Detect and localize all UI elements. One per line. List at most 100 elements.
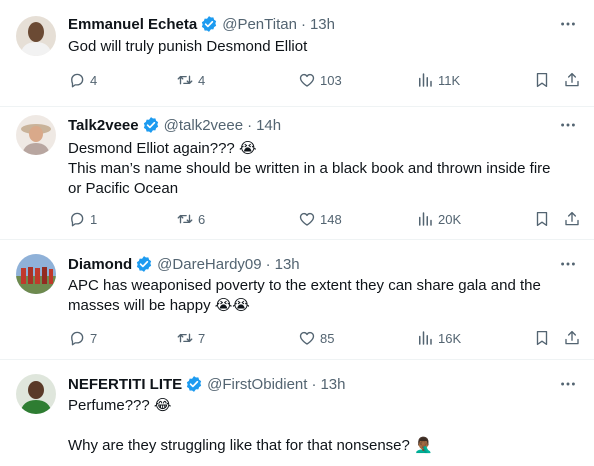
share-icon: [565, 211, 579, 226]
more-horizontal-icon[interactable]: [558, 374, 578, 394]
avatar[interactable]: [16, 16, 56, 56]
reply-count: 7: [90, 330, 98, 346]
tweet-text: Desmond Elliot again??? 😭 This man’s nam…: [68, 139, 564, 199]
reply-button[interactable]: 7: [68, 328, 97, 348]
author-name[interactable]: NEFERTITI LITE: [68, 376, 182, 393]
tweet-actions: 1 6 148 20K: [68, 209, 584, 229]
tweet-text: APC has weaponised poverty to the extent…: [68, 276, 564, 316]
tweet[interactable]: Diamond @DareHardy09 · 13h APC has weapo…: [0, 240, 594, 360]
views-count: 11K: [438, 72, 461, 88]
share-button[interactable]: [562, 328, 582, 348]
retweet-button[interactable]: 6: [176, 209, 205, 229]
bookmark-button[interactable]: [532, 209, 552, 229]
share-button[interactable]: [562, 209, 582, 229]
reply-button[interactable]: 4: [68, 70, 97, 90]
more-horizontal-icon[interactable]: [558, 14, 578, 34]
retweet-button[interactable]: 4: [176, 70, 205, 90]
author-handle[interactable]: @talk2veee: [164, 117, 243, 134]
more-horizontal-icon[interactable]: [558, 254, 578, 274]
retweet-icon: [177, 75, 193, 85]
share-button[interactable]: [562, 70, 582, 90]
tweet[interactable]: Emmanuel Echeta @PenTitan · 13h God will…: [0, 0, 594, 107]
verified-badge-icon: [202, 16, 217, 32]
separator-dot: ·: [300, 15, 306, 33]
heart-icon: [299, 212, 315, 226]
like-count: 148: [320, 211, 342, 227]
tweet-text: God will truly punish Desmond Elliot: [68, 37, 564, 57]
bookmark-icon: [536, 72, 548, 88]
like-button[interactable]: 148: [298, 209, 342, 229]
bookmark-icon: [536, 330, 548, 346]
retweet-count: 4: [198, 72, 206, 88]
like-count: 103: [320, 72, 342, 88]
share-icon: [565, 72, 579, 87]
tweet-actions: 7 7 85 16K: [68, 328, 584, 348]
reply-icon: [71, 73, 84, 88]
more-horizontal-icon[interactable]: [558, 115, 578, 135]
tweet-timestamp[interactable]: 13h: [320, 376, 345, 393]
separator-dot: ·: [311, 375, 317, 393]
reply-count: 1: [90, 211, 98, 227]
tweet-text-line: [68, 416, 564, 436]
tweet-text: Perfume??? 😂 Why are they struggling lik…: [68, 396, 564, 456]
views-button[interactable]: 20K: [416, 209, 461, 229]
views-bar-chart-icon: [419, 212, 432, 226]
author-handle[interactable]: @PenTitan: [222, 16, 297, 33]
like-count: 85: [320, 330, 335, 346]
tweet-text-line: Desmond Elliot again??? 😭: [68, 140, 257, 157]
avatar-image: [16, 374, 56, 414]
tweet-text-line: APC has weaponised poverty to the extent…: [68, 277, 541, 294]
tweet-text-line: Why are they struggling like that for th…: [68, 437, 433, 454]
retweet-count: 6: [198, 211, 206, 227]
verified-badge-icon: [137, 256, 152, 272]
reply-icon: [71, 212, 84, 227]
avatar-image: [16, 115, 56, 155]
tweet-text-line: masses will be happy 😭😭: [68, 297, 250, 314]
retweet-count: 7: [198, 330, 206, 346]
avatar[interactable]: [16, 374, 56, 414]
separator-dot: ·: [247, 116, 253, 134]
tweet-timestamp[interactable]: 13h: [275, 256, 300, 273]
retweet-icon: [177, 214, 193, 224]
like-button[interactable]: 85: [298, 328, 334, 348]
tweet[interactable]: Talk2veee @talk2veee · 14h Desmond Ellio…: [0, 107, 594, 240]
author-handle[interactable]: @DareHardy09: [157, 256, 261, 273]
tweet-timestamp[interactable]: 14h: [256, 117, 281, 134]
tweet-text-line: This man’s name should be written in a b…: [68, 160, 551, 177]
views-count: 20K: [438, 211, 462, 227]
heart-icon: [299, 331, 315, 345]
bookmark-button[interactable]: [532, 70, 552, 90]
tweet-text-line: or Pacific Ocean: [68, 180, 179, 197]
author-handle[interactable]: @FirstObidient: [207, 376, 307, 393]
author-name[interactable]: Talk2veee: [68, 117, 139, 134]
separator-dot: ·: [265, 255, 271, 273]
tweet-text-line: Perfume??? 😂: [68, 397, 172, 414]
views-bar-chart-icon: [419, 73, 432, 87]
views-button[interactable]: 16K: [416, 328, 461, 348]
reply-icon: [71, 331, 84, 346]
verified-badge-icon: [187, 376, 202, 392]
bookmark-icon: [536, 211, 548, 227]
views-count: 16K: [438, 330, 462, 346]
author-name[interactable]: Emmanuel Echeta: [68, 16, 197, 33]
share-icon: [565, 330, 579, 345]
author-name[interactable]: Diamond: [68, 256, 132, 273]
verified-badge-icon: [143, 117, 158, 133]
avatar-image: [16, 254, 56, 294]
like-button[interactable]: 103: [298, 70, 342, 90]
views-bar-chart-icon: [419, 331, 432, 345]
tweet-actions: 4 4 103 11K: [68, 70, 584, 90]
reply-button[interactable]: 1: [68, 209, 97, 229]
avatar[interactable]: [16, 115, 56, 155]
tweet[interactable]: NEFERTITI LITE @FirstObidient · 13h Perf…: [0, 360, 594, 466]
views-button[interactable]: 11K: [416, 70, 460, 90]
retweet-button[interactable]: 7: [176, 328, 205, 348]
bookmark-button[interactable]: [532, 328, 552, 348]
heart-icon: [299, 73, 315, 87]
tweet-text-line: God will truly punish Desmond Elliot: [68, 38, 308, 55]
tweet-timestamp[interactable]: 13h: [310, 16, 335, 33]
avatar[interactable]: [16, 254, 56, 294]
retweet-icon: [177, 333, 193, 343]
avatar-image: [16, 16, 56, 56]
reply-count: 4: [90, 72, 98, 88]
